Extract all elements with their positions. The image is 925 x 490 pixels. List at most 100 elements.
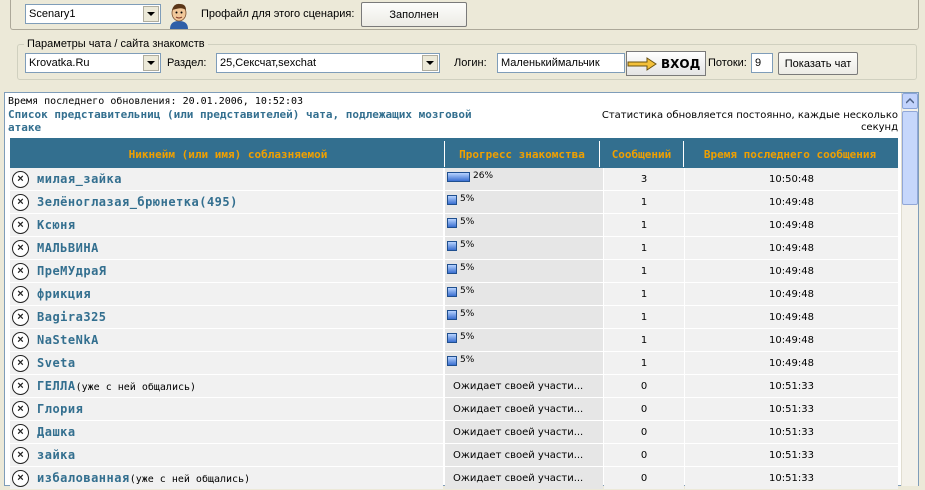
cell-name: × милая_зайка [10, 168, 443, 190]
remove-icon[interactable]: × [12, 400, 29, 418]
remove-icon[interactable]: × [12, 285, 29, 303]
profile-avatar-icon[interactable] [164, 1, 194, 29]
cell-last-time: 10:49:48 [685, 191, 898, 213]
nickname-link[interactable]: Sveta [37, 356, 76, 370]
remove-icon[interactable]: × [12, 308, 29, 326]
cell-last-time: 10:49:48 [685, 306, 898, 328]
progress-bar [447, 218, 457, 228]
section-label: Раздел: [167, 57, 207, 69]
cell-last-time: 10:49:48 [685, 352, 898, 374]
cell-messages: 1 [604, 283, 684, 305]
nickname-note: (уже с ней общались) [129, 474, 251, 485]
nickname-link[interactable]: зайка [37, 448, 76, 462]
enter-button[interactable]: ВХОД [626, 51, 706, 76]
remove-icon[interactable]: × [12, 239, 29, 257]
nickname-link[interactable]: Bagira325 [37, 310, 107, 324]
list-title-line2: атаке [8, 121, 42, 134]
nickname-text: зайка [37, 448, 76, 462]
nickname-text: Зелёноглазая_брюнетка(495) [37, 195, 238, 209]
cell-last-time: 10:49:48 [685, 283, 898, 305]
remove-icon[interactable]: × [12, 446, 29, 464]
last-message-time: 10:49:48 [769, 265, 814, 277]
table-row: × Глория Ожидает своей участи... 0 10:51:33 [10, 398, 898, 421]
nickname-link[interactable]: милая_зайка [37, 172, 122, 186]
last-message-time: 10:50:48 [769, 173, 814, 185]
nickname-text: избалованная [37, 471, 130, 485]
last-message-time: 10:51:33 [769, 472, 814, 484]
chevron-down-icon[interactable] [143, 6, 159, 22]
message-count: 0 [640, 426, 648, 438]
progress-percent: 26% [473, 171, 494, 181]
cell-messages: 0 [604, 444, 684, 466]
column-header-name: Никнейм (или имя) соблазняемой [12, 141, 445, 167]
site-select[interactable]: Krovatka.Ru [25, 53, 161, 73]
cell-name: × Bagira325 [10, 306, 443, 328]
message-count: 1 [640, 219, 648, 231]
nickname-link[interactable]: ГЕЛЛА(уже с ней общались) [37, 379, 196, 393]
cell-name: × Ксюня [10, 214, 443, 236]
remove-icon[interactable]: × [12, 331, 29, 349]
message-count: 0 [640, 403, 648, 415]
cell-messages: 3 [604, 168, 684, 190]
section-select[interactable]: 25,Сексчат,sexchat [216, 53, 440, 73]
remove-icon[interactable]: × [12, 423, 29, 441]
nickname-link[interactable]: фрикция [37, 287, 91, 301]
cell-name: × Sveta [10, 352, 443, 374]
scroll-up-button[interactable] [902, 93, 918, 109]
table-row: × Ксюня 5% 1 10:49:48 [10, 214, 898, 237]
remove-icon[interactable]: × [12, 354, 29, 372]
nickname-link[interactable]: Глория [37, 402, 83, 416]
scenario-select-value: Scenary1 [29, 8, 76, 20]
cell-last-time: 10:50:48 [685, 168, 898, 190]
nickname-link[interactable]: Дашка [37, 425, 76, 439]
vertical-scrollbar[interactable] [901, 93, 918, 486]
scenario-select[interactable]: Scenary1 [25, 4, 161, 24]
cell-last-time: 10:51:33 [685, 398, 898, 420]
message-count: 0 [640, 380, 648, 392]
cell-progress: 26% [445, 168, 603, 190]
scroll-thumb[interactable] [902, 111, 918, 205]
cell-messages: 1 [604, 306, 684, 328]
remove-icon[interactable]: × [12, 170, 29, 188]
nickname-link[interactable]: избалованная(уже с ней общались) [37, 471, 250, 485]
nickname-link[interactable]: ПреМУдраЯ [37, 264, 107, 278]
nickname-link[interactable]: Ксюня [37, 218, 76, 232]
cell-last-time: 10:49:48 [685, 237, 898, 259]
chevron-down-icon[interactable] [143, 55, 159, 71]
nickname-link[interactable]: МАЛЬВИНА [37, 241, 99, 255]
cell-name: × МАЛЬВИНА [10, 237, 443, 259]
list-title-line1: Список представительниц (или представите… [8, 108, 472, 121]
message-count: 3 [640, 173, 648, 185]
cell-messages: 1 [604, 352, 684, 374]
remove-icon[interactable]: × [12, 216, 29, 234]
remove-icon[interactable]: × [12, 469, 29, 487]
profile-filled-button[interactable]: Заполнен [361, 2, 467, 27]
progress-percent: 5% [460, 240, 475, 250]
progress-percent: 5% [460, 263, 475, 273]
cell-progress: 5% [445, 306, 603, 328]
cell-messages: 0 [604, 421, 684, 443]
progress-percent: 5% [460, 332, 475, 342]
progress-bar [447, 172, 470, 182]
progress-bar [447, 241, 457, 251]
nickname-text: Bagira325 [37, 310, 107, 324]
waiting-status: Ожидает своей участи... [453, 426, 584, 438]
table-row: × NaSteNkA 5% 1 10:49:48 [10, 329, 898, 352]
remove-icon[interactable]: × [12, 193, 29, 211]
chevron-down-icon[interactable] [422, 55, 438, 71]
nickname-link[interactable]: Зелёноглазая_брюнетка(495) [37, 195, 238, 209]
remove-icon[interactable]: × [12, 377, 29, 395]
login-input[interactable]: Маленькиймальчик [497, 53, 625, 73]
cell-name: × NaSteNkA [10, 329, 443, 351]
show-chat-button[interactable]: Показать чат [778, 52, 858, 75]
nickname-link[interactable]: NaSteNkA [37, 333, 99, 347]
threads-input[interactable]: 9 [751, 53, 773, 73]
table-row: × милая_зайка 26% 3 10:50:48 [10, 168, 898, 191]
table-row: × зайка Ожидает своей участи... 0 10:51:33 [10, 444, 898, 467]
column-header-last-time: Время последнего сообщения [684, 141, 896, 167]
waiting-status: Ожидает своей участи... [453, 380, 584, 392]
progress-bar [447, 195, 457, 205]
last-message-time: 10:51:33 [769, 380, 814, 392]
remove-icon[interactable]: × [12, 262, 29, 280]
cell-progress: 5% [445, 352, 603, 374]
